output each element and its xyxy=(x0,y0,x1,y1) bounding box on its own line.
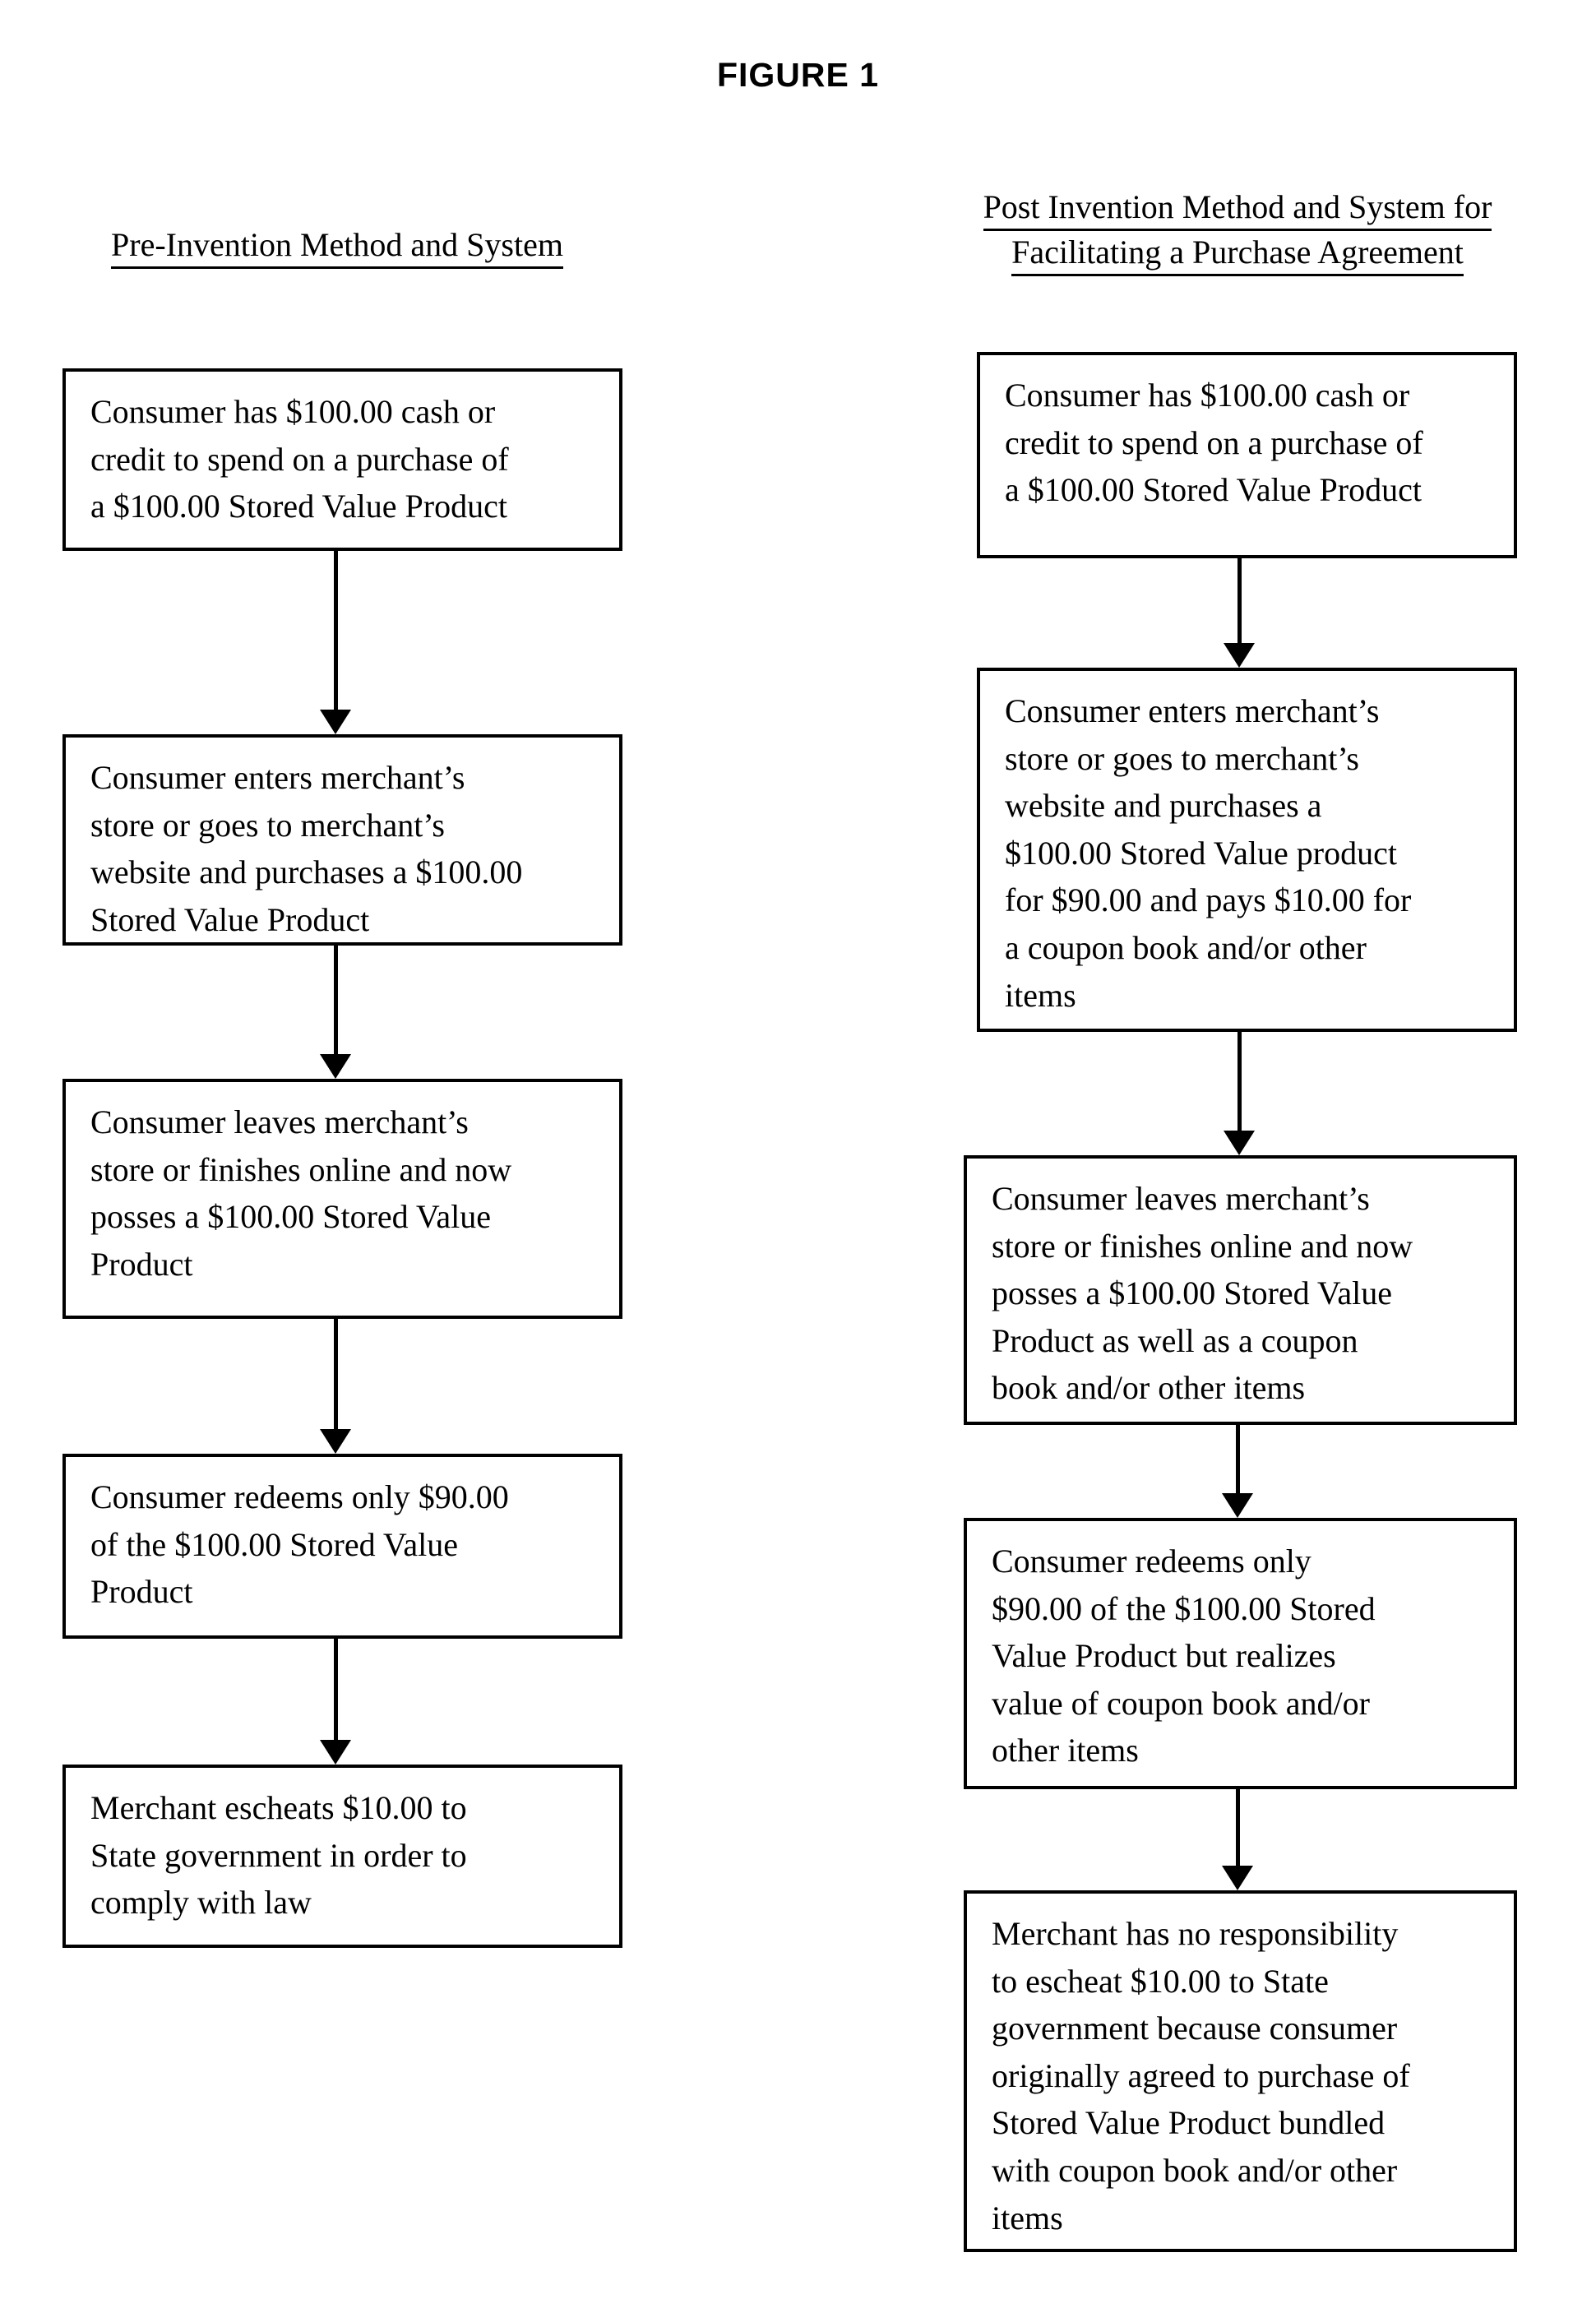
arrowhead-icon xyxy=(320,1429,351,1454)
left-step-3-box: Consumer leaves merchant’s store or fini… xyxy=(62,1079,622,1319)
right-column-heading-line-1: Post Invention Method and System for xyxy=(983,186,1492,232)
left-step-1-text: Consumer has $100.00 cash or credit to s… xyxy=(90,393,509,525)
left-step-2-text: Consumer enters merchant’s store or goes… xyxy=(90,759,523,938)
right-step-3-box: Consumer leaves merchant’s store or fini… xyxy=(964,1155,1517,1425)
left-step-4-text: Consumer redeems only $90.00 of the $100… xyxy=(90,1478,509,1611)
left-column-heading: Pre-Invention Method and System xyxy=(8,224,666,270)
connector-line xyxy=(1236,1789,1240,1866)
right-step-5-box: Merchant has no responsibility to eschea… xyxy=(964,1890,1517,2252)
page-title: FIGURE 1 xyxy=(716,56,880,94)
connector-line xyxy=(334,551,338,710)
right-column-heading-line-2: Facilitating a Purchase Agreement xyxy=(1011,231,1464,277)
arrowhead-icon xyxy=(1224,643,1255,668)
right-step-2-text: Consumer enters merchant’s store or goes… xyxy=(1005,692,1412,1014)
right-column-heading: Post Invention Method and System for Fac… xyxy=(896,186,1579,277)
right-step-5-text: Merchant has no responsibility to eschea… xyxy=(992,1915,1410,2236)
connector-line xyxy=(334,946,338,1054)
figure-page: FIGURE 1 Pre-Invention Method and System… xyxy=(0,0,1596,2322)
connector-line xyxy=(1236,1425,1240,1493)
left-step-3-text: Consumer leaves merchant’s store or fini… xyxy=(90,1103,512,1283)
left-column-heading-line-1: Pre-Invention Method and System xyxy=(111,224,563,270)
connector-line xyxy=(1237,558,1242,643)
right-step-2-box: Consumer enters merchant’s store or goes… xyxy=(977,668,1517,1032)
connector-line xyxy=(334,1639,338,1740)
connector-line xyxy=(334,1319,338,1429)
right-step-3-text: Consumer leaves merchant’s store or fini… xyxy=(992,1180,1413,1407)
right-step-4-text: Consumer redeems only $90.00 of the $100… xyxy=(992,1543,1376,1769)
left-step-1-box: Consumer has $100.00 cash or credit to s… xyxy=(62,368,622,551)
arrowhead-icon xyxy=(1222,1493,1253,1518)
right-step-1-text: Consumer has $100.00 cash or credit to s… xyxy=(1005,377,1423,509)
arrowhead-icon xyxy=(1222,1866,1253,1890)
arrowhead-icon xyxy=(320,1054,351,1079)
right-step-4-box: Consumer redeems only $90.00 of the $100… xyxy=(964,1518,1517,1789)
left-step-5-box: Merchant escheats $10.00 to State govern… xyxy=(62,1765,622,1948)
left-step-2-box: Consumer enters merchant’s store or goes… xyxy=(62,734,622,946)
left-step-4-box: Consumer redeems only $90.00 of the $100… xyxy=(62,1454,622,1639)
connector-line xyxy=(1237,1032,1242,1131)
arrowhead-icon xyxy=(1224,1131,1255,1155)
right-step-1-box: Consumer has $100.00 cash or credit to s… xyxy=(977,352,1517,558)
arrowhead-icon xyxy=(320,1740,351,1765)
left-step-5-text: Merchant escheats $10.00 to State govern… xyxy=(90,1789,467,1922)
arrowhead-icon xyxy=(320,710,351,734)
